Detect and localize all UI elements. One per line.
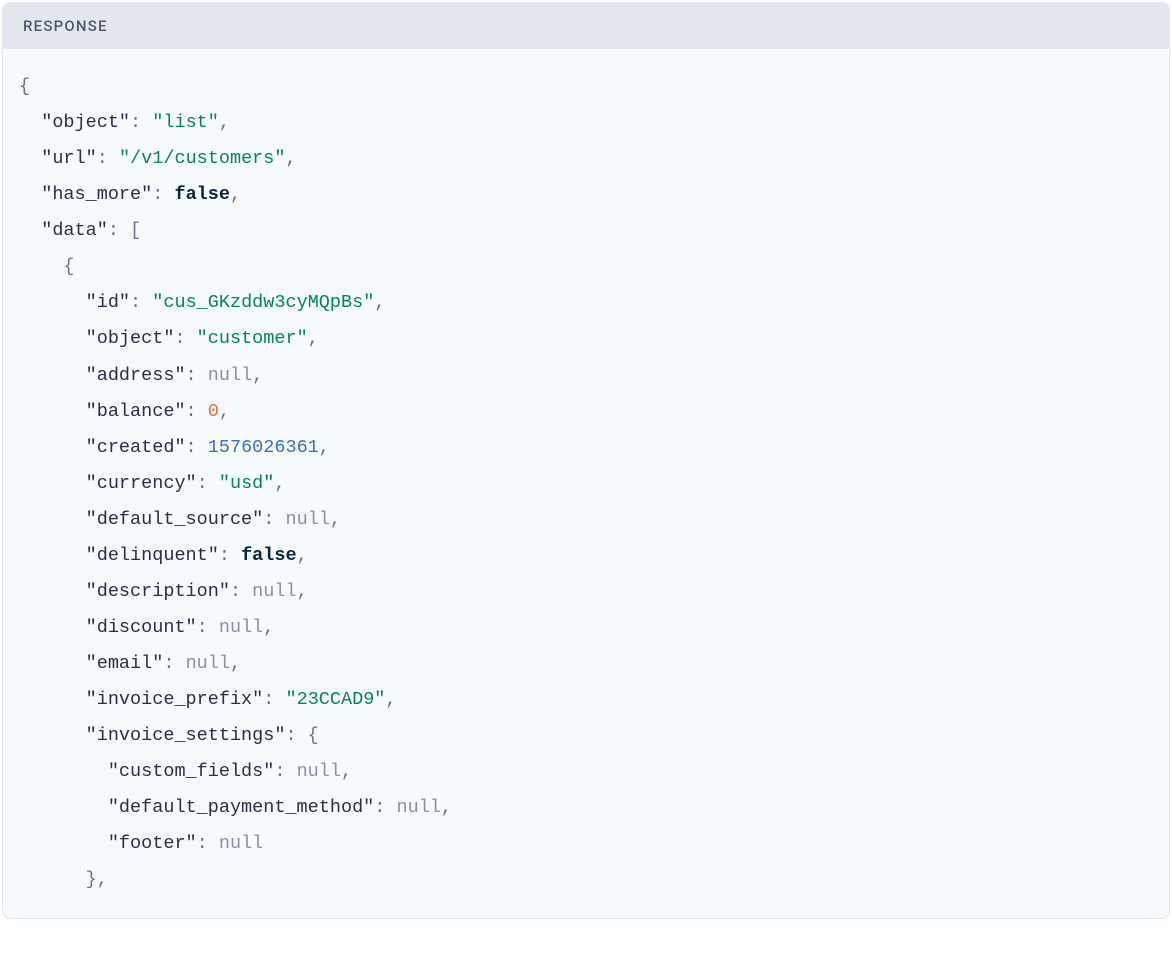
json-key: "delinquent" bbox=[86, 545, 219, 566]
json-value: null bbox=[186, 653, 230, 674]
json-key: "address" bbox=[86, 365, 186, 386]
json-value: 0 bbox=[208, 401, 219, 422]
json-key: "invoice_settings" bbox=[86, 725, 286, 746]
json-value: "customer" bbox=[197, 328, 308, 349]
json-key: "default_payment_method" bbox=[108, 797, 374, 818]
json-value: 1576026361 bbox=[208, 437, 319, 458]
json-value: null bbox=[252, 581, 296, 602]
json-value: null bbox=[219, 833, 263, 854]
json-key: "email" bbox=[86, 653, 164, 674]
json-key: "invoice_prefix" bbox=[86, 689, 264, 710]
json-value: null bbox=[285, 509, 329, 530]
json-value: false bbox=[241, 545, 297, 566]
response-header: RESPONSE bbox=[3, 3, 1169, 49]
json-value: "23CCAD9" bbox=[285, 689, 385, 710]
json-value: null bbox=[397, 797, 441, 818]
response-title: RESPONSE bbox=[23, 17, 108, 35]
json-key: "description" bbox=[86, 581, 230, 602]
json-key: "id" bbox=[86, 292, 130, 313]
json-key: "object" bbox=[86, 328, 175, 349]
json-value: null bbox=[297, 761, 341, 782]
json-value: "list" bbox=[152, 112, 219, 133]
json-key: "currency" bbox=[86, 473, 197, 494]
json-value: "/v1/customers" bbox=[119, 148, 286, 169]
json-key: "data" bbox=[41, 220, 108, 241]
json-key: "balance" bbox=[86, 401, 186, 422]
json-key: "footer" bbox=[108, 833, 197, 854]
json-key: "discount" bbox=[86, 617, 197, 638]
json-key: "custom_fields" bbox=[108, 761, 275, 782]
json-value: null bbox=[208, 365, 252, 386]
response-body: { "object": "list", "url": "/v1/customer… bbox=[3, 49, 1169, 918]
response-panel: RESPONSE { "object": "list", "url": "/v1… bbox=[2, 2, 1170, 919]
json-key: "url" bbox=[41, 148, 97, 169]
json-key: "object" bbox=[41, 112, 130, 133]
json-key: "has_more" bbox=[41, 184, 152, 205]
json-value: null bbox=[219, 617, 263, 638]
json-value: false bbox=[174, 184, 230, 205]
json-value: "cus_GKzddw3cyMQpBs" bbox=[152, 292, 374, 313]
json-value: "usd" bbox=[219, 473, 275, 494]
json-key: "created" bbox=[86, 437, 186, 458]
json-key: "default_source" bbox=[86, 509, 264, 530]
